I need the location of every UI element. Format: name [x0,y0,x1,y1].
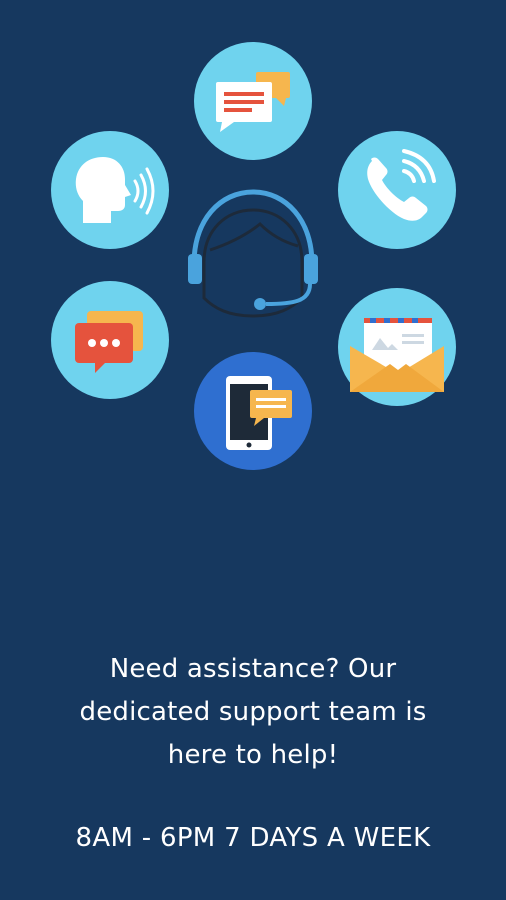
message-icon [194,42,312,160]
support-message-line-2: dedicated support team is [79,697,427,727]
support-agent-headset-icon [180,180,326,330]
email-envelope-icon [338,288,456,406]
support-screen: Need assistance? Our dedicated support t… [0,0,506,900]
speaking-head-icon [51,131,169,249]
chat-bubbles-icon [51,281,169,399]
support-hours: 8AM - 6PM 7 DAYS A WEEK [75,823,431,853]
support-message-line-3: here to help! [167,740,339,770]
mobile-chat-icon [194,352,312,470]
phone-icon [338,131,456,249]
support-message: Need assistance? Our dedicated support t… [0,648,506,777]
support-illustration [0,0,506,480]
support-message-line-1: Need assistance? Our [109,654,397,684]
